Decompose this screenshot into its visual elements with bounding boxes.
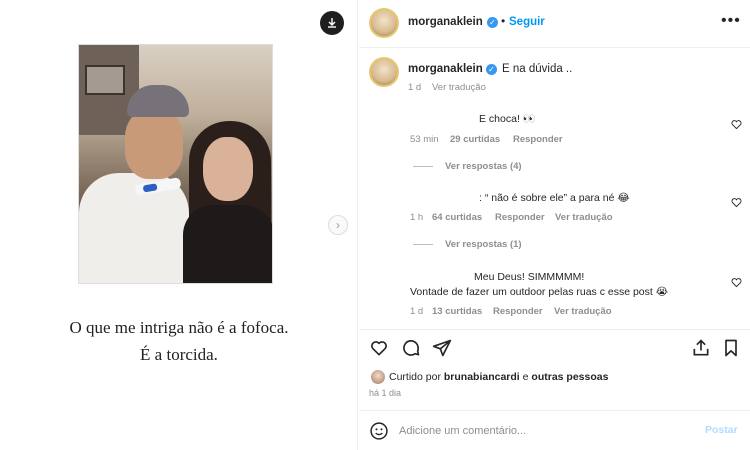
comment-2-translate[interactable]: Ver tradução [555, 212, 613, 223]
comment-1-view-replies[interactable]: Ver respostas (4) [413, 161, 522, 172]
comment-1-likes[interactable]: 29 curtidas [450, 134, 500, 145]
caption-text: E na dúvida .. [502, 63, 573, 75]
header-username[interactable]: morganaklein [408, 16, 483, 28]
post-side-panel: morganaklein ✓ • Seguir ••• morganaklein… [359, 0, 750, 450]
caption-translate-link[interactable]: Ver tradução [432, 82, 486, 93]
post-media-pane: O que me intriga não é a fofoca. É a tor… [0, 0, 358, 450]
follow-button[interactable]: Seguir [509, 16, 545, 28]
share-out-icon[interactable] [691, 338, 711, 358]
photo-wall-frame [85, 65, 125, 95]
caption-time: 1 d [408, 82, 422, 93]
more-options-icon[interactable]: ••• [721, 12, 741, 30]
bookmark-icon[interactable] [721, 338, 741, 358]
comment-1-heart-icon[interactable] [731, 119, 742, 130]
verified-badge-icon: ✓ [487, 17, 498, 28]
caption-username[interactable]: morganaklein [408, 63, 483, 75]
comment-3-translate[interactable]: Ver tradução [554, 306, 612, 317]
paper-plane-icon[interactable] [432, 338, 452, 358]
comments-section: morganaklein ✓ E na dúvida .. 1 d Ver tr… [359, 49, 750, 329]
comment-3-likes-label: 13 curtidas [432, 306, 483, 317]
comment-1-reply[interactable]: Responder [513, 134, 563, 145]
comment-3-translate-label: Ver tradução [554, 306, 612, 317]
comment-2-reply[interactable]: Responder [495, 212, 545, 223]
comment-3-text-line1: Meu Deus! SIMMMMM! [474, 271, 585, 283]
comment-2-translate-label: Ver tradução [555, 212, 613, 223]
comment-2-view-replies[interactable]: Ver respostas (1) [413, 239, 522, 250]
heart-icon[interactable] [369, 338, 389, 358]
liked-by-user[interactable]: brunabiancardi [444, 371, 520, 383]
caption-avatar[interactable] [369, 57, 399, 87]
liker-avatar[interactable] [371, 370, 385, 384]
comment-3-reply-label: Responder [493, 306, 543, 317]
comment-3-reply[interactable]: Responder [493, 306, 543, 317]
emoji-icon[interactable] [369, 421, 389, 441]
photo-cap [127, 85, 189, 117]
comment-icon[interactable] [401, 338, 421, 358]
comment-2-reply-label: Responder [495, 212, 545, 223]
photo-person-right [183, 205, 272, 283]
comment-1-likes-label: 29 curtidas [450, 134, 501, 145]
comment-1-time: 53 min [410, 134, 439, 145]
liked-by-joiner: e [522, 371, 529, 383]
chevron-right-icon[interactable]: › [328, 215, 348, 235]
avatar[interactable] [369, 8, 399, 38]
media-caption-line2: É a torcida. [140, 345, 218, 364]
comment-composer: Postar [359, 410, 750, 450]
liked-by-text: Curtido por brunabiancardi e outras pess… [389, 371, 608, 383]
post-action-bar [359, 329, 750, 369]
comment-2-heart-icon[interactable] [731, 197, 742, 208]
post-photo [78, 44, 273, 284]
post-header: morganaklein ✓ • Seguir ••• [359, 0, 750, 48]
comment-1-text: E choca! 👀 [479, 113, 536, 125]
comment-3-time: 1 d [410, 306, 424, 317]
comment-2-likes[interactable]: 64 curtidas [432, 212, 482, 223]
download-icon-glyph [328, 18, 336, 28]
liked-by-others[interactable]: outras pessoas [531, 371, 608, 383]
comment-2-text: : “ não é sobre ele” a para né 😂 [479, 192, 630, 204]
comment-3-text-line2: Vontade de fazer um outdoor pelas ruas c… [410, 286, 669, 298]
comment-1-reply-label: Responder [513, 134, 563, 145]
post-comment-button[interactable]: Postar [705, 424, 738, 436]
comment-2-likes-label: 64 curtidas [432, 212, 483, 223]
download-icon[interactable] [320, 11, 344, 35]
media-caption-line1: O que me intriga não é a fofoca. [69, 318, 289, 337]
post-timestamp[interactable]: há 1 dia [369, 388, 401, 398]
comment-3-heart-icon[interactable] [731, 277, 742, 288]
comment-2-time: 1 h [410, 212, 424, 223]
verified-badge-icon: ✓ [486, 64, 497, 75]
header-separator: • [501, 14, 506, 28]
photo-person-left [79, 173, 189, 283]
photo-face-left [125, 109, 183, 179]
liked-by-prefix: Curtido por [389, 371, 441, 383]
photo-face-right [203, 137, 253, 201]
comment-3-likes[interactable]: 13 curtidas [432, 306, 482, 317]
comment-input[interactable] [399, 419, 689, 443]
